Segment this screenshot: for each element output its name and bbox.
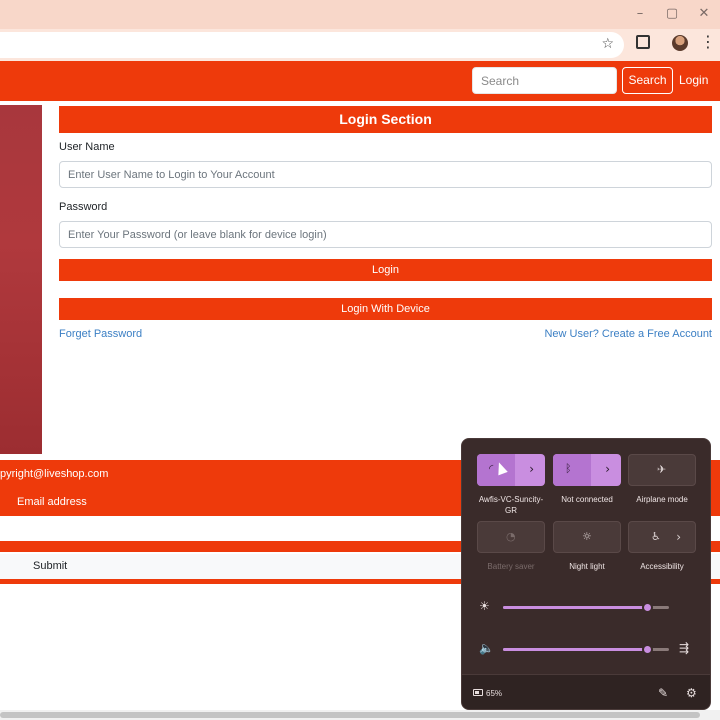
volume-slider-fill — [503, 648, 648, 651]
horizontal-scrollbar[interactable] — [0, 710, 720, 720]
edit-pencil-icon[interactable]: ✎ — [658, 686, 668, 700]
minimize-icon[interactable]: – — [628, 5, 652, 23]
create-account-link[interactable]: New User? Create a Free Account — [544, 328, 712, 340]
wifi-icon: ◜ — [489, 462, 494, 475]
battery-saver-tile: ◔ — [477, 521, 545, 553]
browser-title-bar: – ▢ ✕ — [0, 0, 720, 29]
menu-icon[interactable]: ⋮ — [700, 33, 716, 51]
chevron-right-icon[interactable]: › — [676, 530, 681, 544]
battery-saver-icon: ◔ — [506, 530, 516, 543]
brightness-slider-fill — [503, 606, 648, 609]
submit-button-label: Submit — [33, 560, 68, 572]
forget-password-link[interactable]: Forget Password — [59, 328, 142, 340]
side-banner-image — [0, 105, 42, 454]
night-light-icon: ☼ — [582, 530, 592, 543]
site-navbar: Search Login — [0, 61, 720, 101]
bluetooth-icon: ᛒ — [565, 462, 572, 475]
login-section-title: Login Section — [59, 106, 712, 133]
airplane-icon: ✈ — [657, 463, 667, 476]
airplane-tile-label: Airplane mode — [636, 495, 688, 504]
username-field[interactable] — [59, 161, 712, 188]
browser-toolbar: ☆ — [0, 29, 720, 61]
puzzle-icon[interactable] — [636, 35, 650, 49]
wifi-tile[interactable]: ◜ › — [477, 454, 545, 486]
bluetooth-toggle[interactable]: ᛒ — [553, 454, 591, 486]
search-input[interactable] — [472, 67, 617, 94]
avatar[interactable] — [672, 35, 688, 51]
brightness-icon: ☀ — [479, 599, 490, 613]
battery-icon[interactable] — [473, 689, 483, 696]
username-label: User Name — [59, 141, 115, 153]
bluetooth-tile-label: Not connected — [561, 495, 613, 504]
brightness-slider[interactable] — [503, 602, 669, 613]
accessibility-tile-label: Accessibility — [640, 562, 684, 571]
night-light-tile[interactable]: ☼ — [553, 521, 621, 553]
bluetooth-tile[interactable]: ᛒ › — [553, 454, 621, 486]
maximize-icon[interactable]: ▢ — [660, 5, 684, 23]
wifi-tile-label: Awfis-VC-Suncity-GR — [478, 495, 544, 515]
login-button[interactable]: Login — [59, 259, 712, 281]
chevron-right-icon[interactable]: › — [529, 462, 534, 476]
gear-icon[interactable]: ⚙ — [686, 686, 697, 700]
star-icon[interactable]: ☆ — [601, 36, 614, 52]
accessibility-icon: ♿ — [651, 530, 661, 543]
night-light-tile-label: Night light — [569, 562, 605, 571]
password-label: Password — [59, 201, 108, 213]
volume-slider[interactable] — [503, 644, 669, 655]
login-with-device-button[interactable]: Login With Device — [59, 298, 712, 320]
volume-icon[interactable]: 🔈 — [479, 641, 494, 655]
copyright-text: pyright@liveshop.com — [0, 468, 109, 480]
battery-saver-tile-label: Battery saver — [487, 562, 535, 571]
airplane-mode-tile[interactable]: ✈ — [628, 454, 696, 486]
battery-percent[interactable]: 65% — [486, 689, 502, 698]
chevron-right-icon[interactable]: › — [605, 462, 610, 476]
scrollbar-thumb[interactable] — [0, 712, 700, 718]
password-field[interactable] — [59, 221, 712, 248]
audio-output-icon[interactable]: ⇶ — [679, 641, 689, 655]
search-button[interactable]: Search — [622, 67, 673, 94]
address-bar[interactable]: ☆ — [0, 32, 624, 58]
accessibility-tile[interactable]: ♿ › — [628, 521, 696, 553]
nav-login-link[interactable]: Login — [679, 73, 708, 87]
email-label: Email address — [17, 496, 87, 508]
close-icon[interactable]: ✕ — [692, 5, 716, 23]
